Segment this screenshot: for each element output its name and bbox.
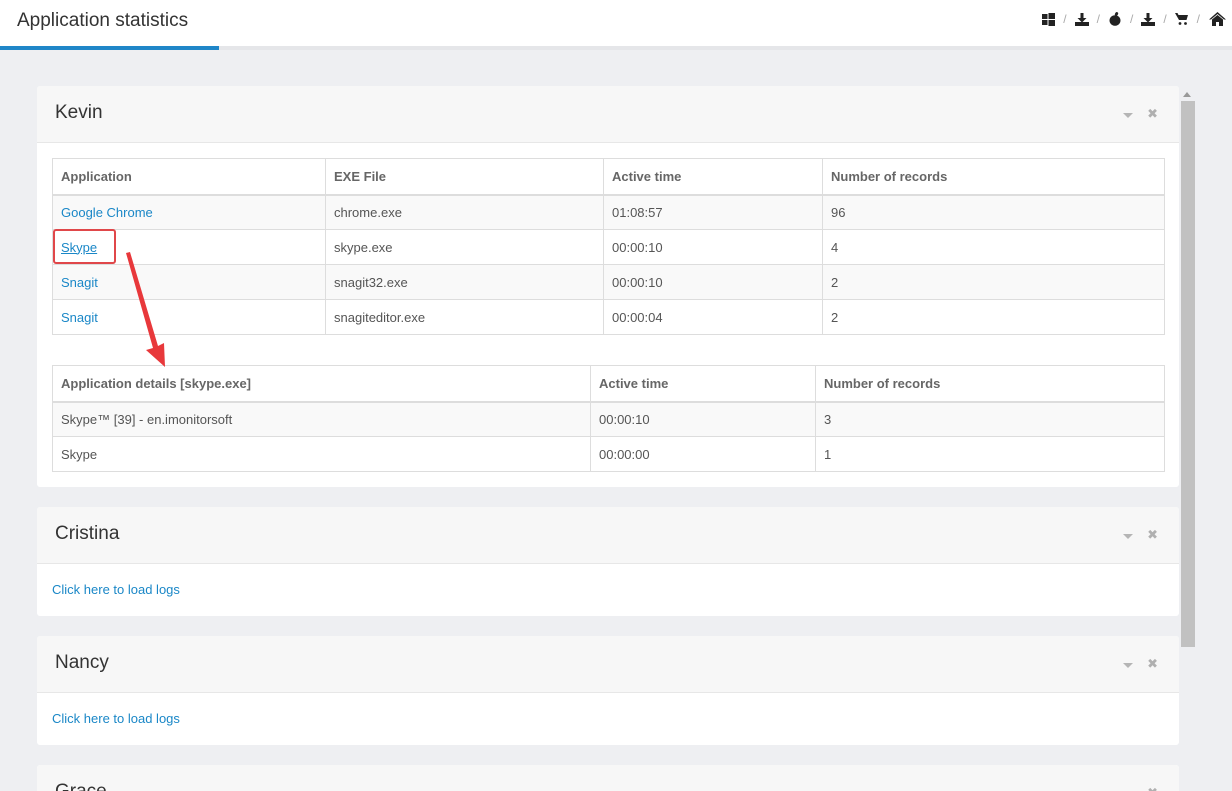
active-time-cell: 00:00:10 bbox=[590, 401, 816, 437]
column-header: Active time bbox=[603, 158, 823, 196]
active-time-cell: 00:00:04 bbox=[603, 299, 823, 335]
download-icon[interactable] bbox=[1074, 12, 1089, 26]
applications-table: Application EXE File Active time Number … bbox=[52, 158, 1165, 335]
application-details-table: Application details [skype.exe] Active t… bbox=[52, 365, 1165, 472]
load-logs-link[interactable]: Click here to load logs bbox=[52, 582, 180, 597]
panel-kevin: Kevin ✖ Application EXE File Active time… bbox=[37, 86, 1179, 487]
panel-cristina: Cristina ✖ Click here to load logs bbox=[37, 507, 1179, 616]
active-time-cell: 00:00:00 bbox=[590, 436, 816, 472]
panel-title: Cristina bbox=[55, 523, 120, 544]
scroll-up-arrow-icon[interactable] bbox=[1183, 92, 1191, 97]
table-row: Google Chrome chrome.exe 01:08:57 96 bbox=[52, 194, 1165, 230]
records-cell: 2 bbox=[822, 299, 1165, 335]
exe-cell: snagit32.exe bbox=[325, 264, 604, 300]
exe-cell: snagiteditor.exe bbox=[325, 299, 604, 335]
close-icon[interactable]: ✖ bbox=[1147, 657, 1158, 671]
panel-title: Nancy bbox=[55, 652, 109, 673]
panel-title: Kevin bbox=[55, 102, 103, 123]
separator: / bbox=[1163, 12, 1167, 26]
table-header-row: Application details [skype.exe] Active t… bbox=[52, 365, 1165, 403]
home-icon[interactable] bbox=[1208, 12, 1226, 26]
table-row: Skype™ [39] - en.imonitorsoft 00:00:10 3 bbox=[52, 401, 1165, 437]
column-header: EXE File bbox=[325, 158, 604, 196]
panel-title: Grace bbox=[55, 781, 107, 791]
windows-icon[interactable] bbox=[1041, 12, 1055, 26]
title-underline bbox=[0, 46, 219, 50]
table-row: Skype 00:00:00 1 bbox=[52, 436, 1165, 472]
close-icon[interactable]: ✖ bbox=[1147, 107, 1158, 121]
page-title: Application statistics bbox=[17, 10, 189, 31]
separator: / bbox=[1063, 12, 1067, 26]
column-header: Application details [skype.exe] bbox=[52, 365, 591, 403]
separator: / bbox=[1196, 12, 1200, 26]
panel-nancy: Nancy ✖ Click here to load logs bbox=[37, 636, 1179, 745]
records-cell: 1 bbox=[815, 436, 1165, 472]
collapse-caret-icon[interactable] bbox=[1123, 112, 1134, 118]
column-header: Active time bbox=[590, 365, 816, 403]
panel-grace: Grace ✖ bbox=[37, 765, 1179, 791]
table-header-row: Application EXE File Active time Number … bbox=[52, 158, 1165, 196]
records-cell: 3 bbox=[815, 401, 1165, 437]
apple-icon[interactable] bbox=[1108, 12, 1122, 26]
exe-cell: chrome.exe bbox=[325, 194, 604, 230]
scrollbar-thumb[interactable] bbox=[1181, 101, 1195, 647]
records-cell: 2 bbox=[822, 264, 1165, 300]
app-link-google-chrome[interactable]: Google Chrome bbox=[61, 205, 153, 220]
separator: / bbox=[1129, 12, 1134, 26]
column-header: Application bbox=[52, 158, 326, 196]
download-icon[interactable] bbox=[1141, 12, 1156, 26]
app-link-snagit-editor[interactable]: Snagit bbox=[61, 310, 98, 325]
top-bar: Application statistics / / / / / bbox=[0, 0, 1232, 50]
active-time-cell: 00:00:10 bbox=[603, 264, 823, 300]
active-time-cell: 01:08:57 bbox=[603, 194, 823, 230]
panel-header: Nancy ✖ bbox=[37, 636, 1179, 693]
window-title-cell: Skype bbox=[52, 436, 591, 472]
table-row: Snagit snagiteditor.exe 00:00:04 2 bbox=[52, 299, 1165, 335]
annotation-highlight-box bbox=[53, 229, 116, 264]
collapse-caret-icon[interactable] bbox=[1123, 533, 1134, 539]
window-title-cell: Skype™ [39] - en.imonitorsoft bbox=[52, 401, 591, 437]
column-header: Number of records bbox=[815, 365, 1165, 403]
separator: / bbox=[1096, 12, 1100, 26]
records-cell: 4 bbox=[822, 229, 1165, 265]
active-time-cell: 00:00:10 bbox=[603, 229, 823, 265]
table-row: Skype skype.exe 00:00:10 4 bbox=[52, 229, 1165, 265]
top-icon-bar: / / / / / bbox=[1041, 12, 1226, 26]
collapse-caret-icon[interactable] bbox=[1123, 662, 1134, 668]
close-icon[interactable]: ✖ bbox=[1147, 528, 1158, 542]
cart-icon[interactable] bbox=[1175, 12, 1189, 26]
records-cell: 96 bbox=[822, 194, 1165, 230]
panel-header: Kevin ✖ bbox=[37, 86, 1179, 143]
exe-cell: skype.exe bbox=[325, 229, 604, 265]
load-logs-link[interactable]: Click here to load logs bbox=[52, 711, 180, 726]
panel-header: Cristina ✖ bbox=[37, 507, 1179, 564]
table-row: Snagit snagit32.exe 00:00:10 2 bbox=[52, 264, 1165, 300]
panel-header: Grace ✖ bbox=[37, 765, 1179, 791]
column-header: Number of records bbox=[822, 158, 1165, 196]
close-icon[interactable]: ✖ bbox=[1147, 786, 1158, 791]
app-link-snagit[interactable]: Snagit bbox=[61, 275, 98, 290]
